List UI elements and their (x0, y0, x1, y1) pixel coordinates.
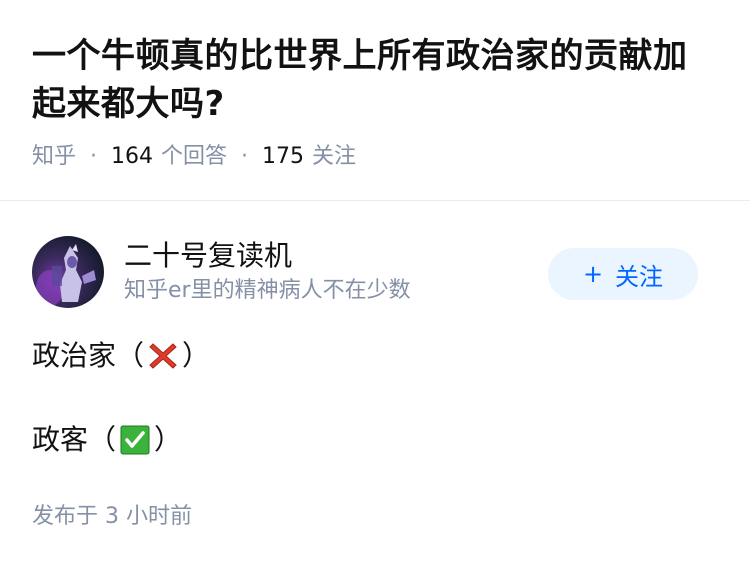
question-header: 一个牛顿真的比世界上所有政治家的贡献加起来都大吗? 知乎 · 164 个回答 ·… (0, 0, 750, 172)
answer-time: 发布于 3 小时前 (32, 504, 192, 529)
follower-count: 175 (262, 144, 305, 169)
check-mark-button-icon (120, 425, 150, 455)
content-line-politico: 政客（ ） (32, 420, 718, 460)
question-title[interactable]: 一个牛顿真的比世界上所有政治家的贡献加起来都大吗? (32, 32, 718, 128)
content-text: ） (182, 339, 211, 372)
answer-content: 政治家（ ） 政客（ ） (32, 336, 718, 460)
site-name[interactable]: 知乎 (32, 142, 76, 172)
content-line-politician: 政治家（ ） (32, 336, 718, 376)
avatar[interactable] (32, 236, 104, 308)
author-bio: 知乎er里的精神病人不在少数 (124, 278, 411, 303)
meta-separator: · (90, 144, 98, 169)
question-meta: 知乎 · 164 个回答 · 175 关注 (32, 142, 718, 172)
content-text: 政客（ (32, 423, 117, 456)
avatar-image (36, 244, 96, 306)
follow-button-label: 关注 (615, 262, 664, 291)
content-text: ） (154, 423, 183, 456)
content-text: 政治家（ (32, 339, 145, 372)
author-info: 二十号复读机 知乎er里的精神病人不在少数 (124, 238, 548, 306)
answer-count: 164 (111, 144, 154, 169)
plus-icon: + (582, 260, 604, 288)
cross-mark-icon (149, 343, 177, 369)
author-name[interactable]: 二十号复读机 (124, 238, 548, 274)
divider (0, 200, 750, 201)
meta-separator: · (241, 144, 249, 169)
follow-button[interactable]: + 关注 (548, 248, 698, 300)
follower-count-label: 关注 (312, 144, 357, 169)
answer-card: 二十号复读机 知乎er里的精神病人不在少数 + 关注 政治家（ ） 政客（ ） … (32, 236, 718, 532)
author-row: 二十号复读机 知乎er里的精神病人不在少数 + 关注 (32, 236, 718, 308)
answer-count-label: 个回答 (161, 144, 228, 169)
